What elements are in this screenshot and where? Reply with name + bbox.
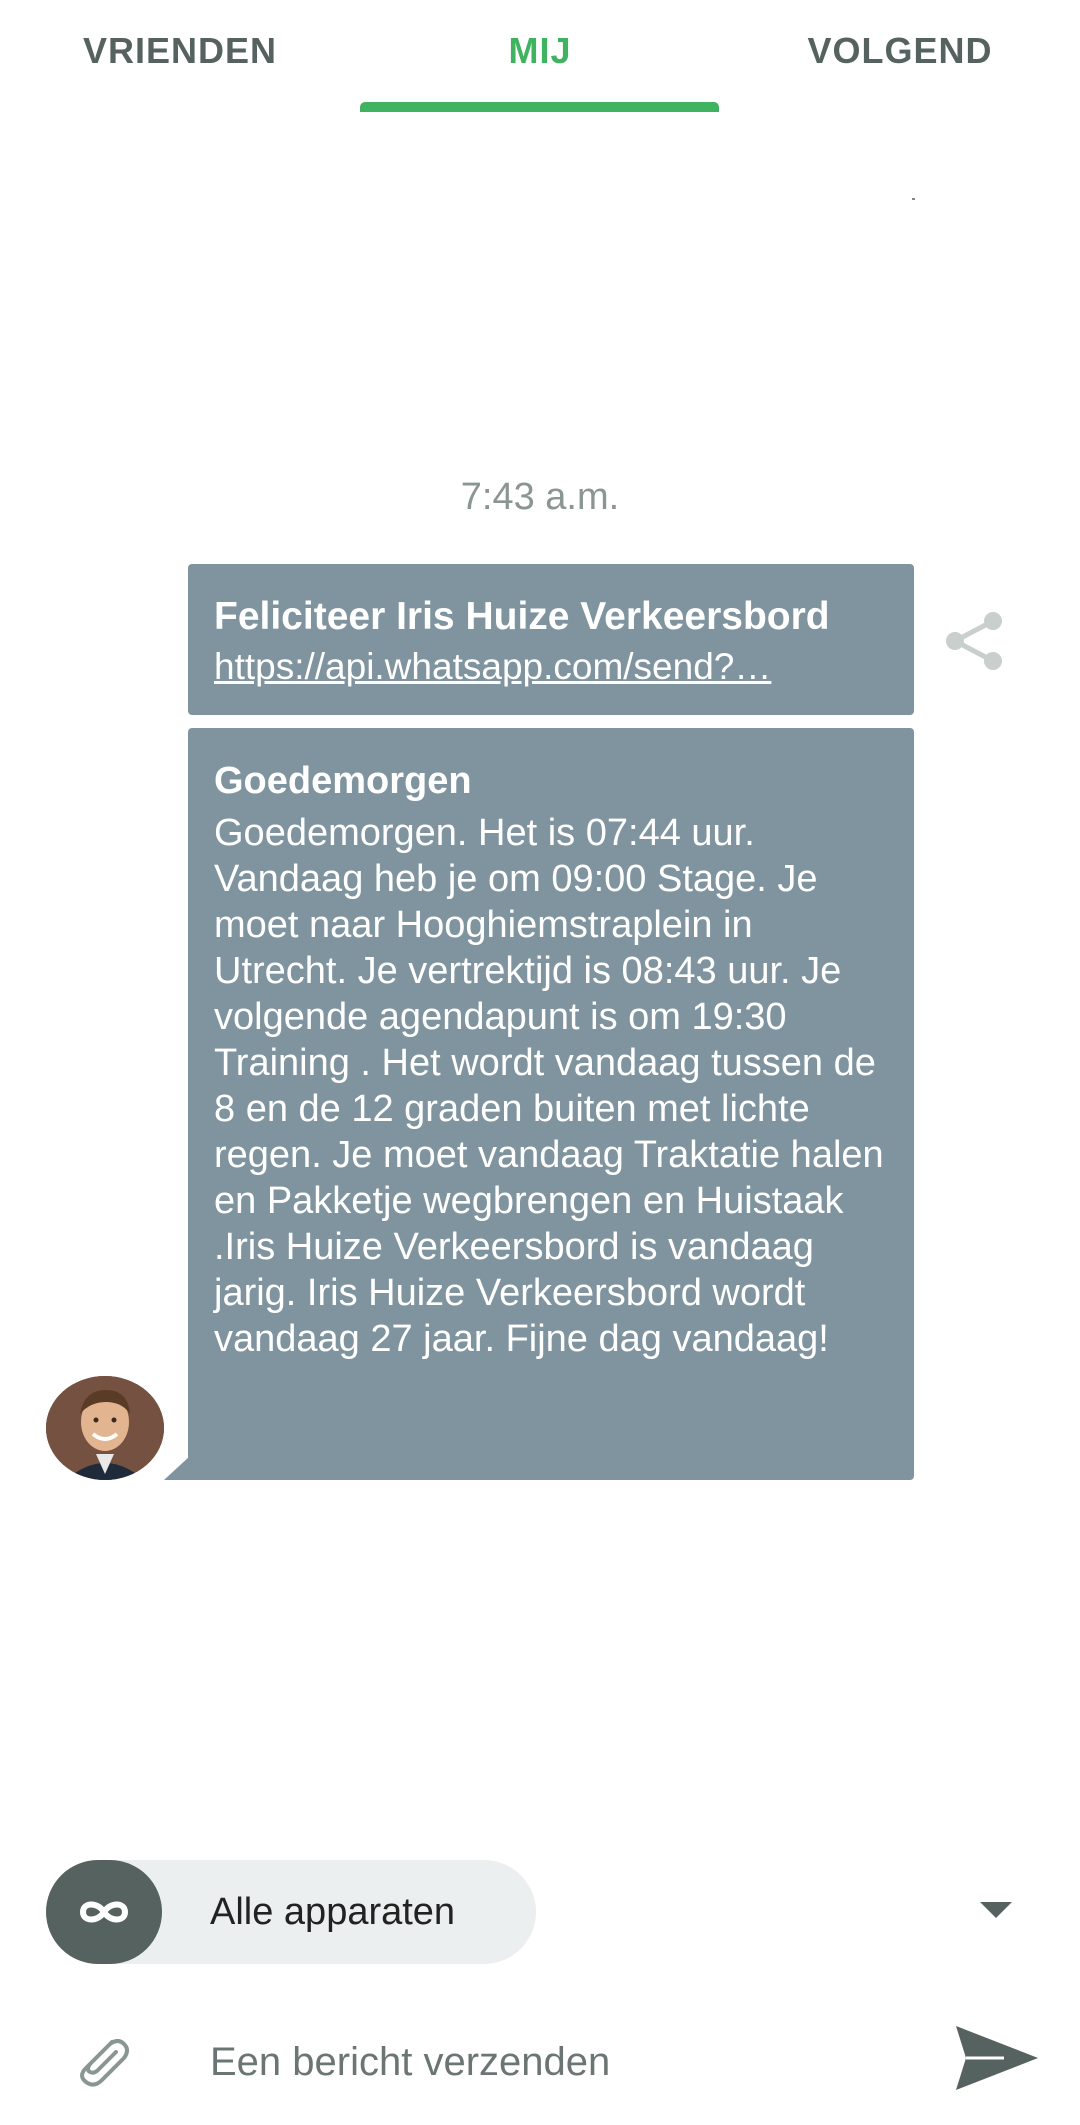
tab-bar: VRIENDEN MIJ VOLGEND <box>0 0 1080 112</box>
message-link[interactable]: https://api.whatsapp.com/send?… <box>214 642 888 692</box>
message-title: Goedemorgen <box>214 760 472 802</box>
message-bubble-link[interactable]: Feliciteer Iris Huize Verkeersbord https… <box>188 564 914 715</box>
infinity-icon <box>46 1860 162 1964</box>
device-selector-label: Alle apparaten <box>210 1891 456 1933</box>
chat-screen: VRIENDEN MIJ VOLGEND 7:43 a.m. Felicitee… <box>0 0 1080 2125</box>
device-selector[interactable]: Alle apparaten <box>46 1860 536 1964</box>
tab-mij[interactable]: MIJ <box>360 0 720 112</box>
paperclip-icon[interactable] <box>70 2028 136 2094</box>
decorative-dot <box>912 198 915 200</box>
active-tab-indicator <box>360 102 719 112</box>
send-icon[interactable] <box>954 2024 1040 2092</box>
share-icon[interactable] <box>942 610 1008 672</box>
message-body: Goedemorgen. Het is 07:44 uur. Vandaag h… <box>214 812 884 1360</box>
bubble-tail <box>164 1456 190 1480</box>
tab-volgend[interactable]: VOLGEND <box>720 0 1080 112</box>
message-timestamp: 7:43 a.m. <box>460 476 620 518</box>
tab-vrienden[interactable]: VRIENDEN <box>0 0 360 112</box>
message-bubble-greeting[interactable]: Goedemorgen Goedemorgen. Het is 07:44 uu… <box>188 728 914 1480</box>
message-input[interactable] <box>210 2022 890 2102</box>
avatar[interactable] <box>46 1376 164 1480</box>
dropdown-arrow-icon[interactable] <box>980 1902 1012 1918</box>
message-title: Feliciteer Iris Huize Verkeersbord <box>214 595 830 638</box>
